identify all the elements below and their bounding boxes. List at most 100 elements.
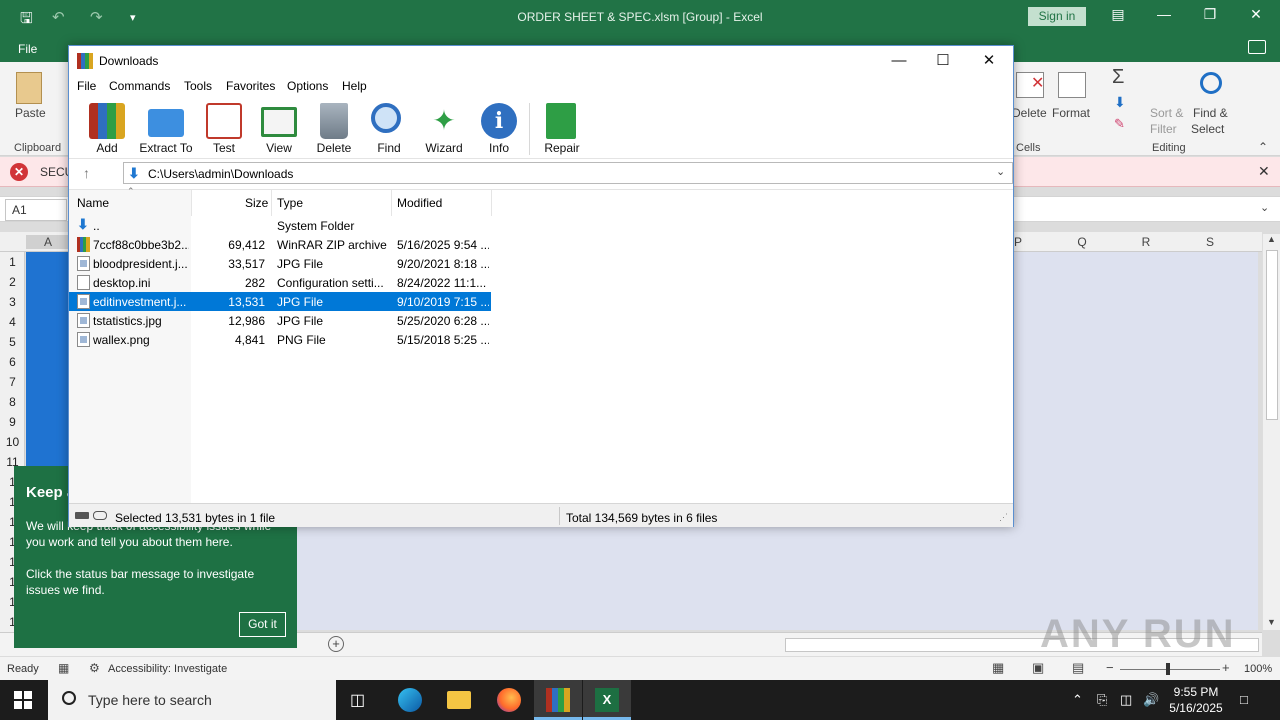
row-header[interactable]: 9: [0, 415, 25, 429]
expand-formula-bar-icon[interactable]: ⌄: [1260, 201, 1269, 214]
parent-folder-row[interactable]: ⬇ .. System Folder: [69, 216, 491, 235]
file-row[interactable]: tstatistics.jpg 12,986 JPG File 5/25/202…: [69, 311, 491, 330]
macro-record-icon[interactable]: ▦: [58, 661, 69, 675]
add-button[interactable]: Add: [79, 101, 135, 157]
drive-icon[interactable]: [75, 512, 89, 519]
column-header-modified[interactable]: Modified: [397, 196, 442, 210]
sign-in-button[interactable]: Sign in: [1028, 7, 1086, 26]
scroll-thumb[interactable]: [1266, 250, 1278, 420]
column-divider[interactable]: [491, 190, 492, 216]
page-layout-icon[interactable]: ▣: [1032, 660, 1044, 676]
tab-file[interactable]: File: [18, 42, 37, 56]
row-header[interactable]: 10: [0, 435, 25, 449]
taskbar-search[interactable]: Type here to search: [48, 680, 336, 720]
minimize-icon[interactable]: —: [879, 50, 919, 72]
network-drive-icon[interactable]: ⎘: [1097, 692, 1107, 708]
selected-column-a[interactable]: [26, 252, 70, 466]
column-header[interactable]: Q: [1050, 235, 1114, 249]
zoom-slider[interactable]: [1120, 669, 1220, 670]
delete-cells-icon[interactable]: ✕: [1016, 72, 1044, 98]
sort-filter-label-2[interactable]: Filter: [1150, 122, 1177, 136]
column-header[interactable]: A: [26, 235, 70, 249]
row-header[interactable]: 4: [0, 315, 25, 329]
normal-view-icon[interactable]: ▦: [992, 660, 1004, 676]
format-cells-button[interactable]: Format: [1052, 106, 1090, 120]
got-it-button[interactable]: Got it: [239, 612, 286, 637]
column-header[interactable]: S: [1178, 235, 1242, 249]
menu-favorites[interactable]: Favorites: [226, 79, 275, 93]
clear-icon[interactable]: ✎: [1114, 116, 1125, 132]
menu-options[interactable]: Options: [287, 79, 328, 93]
minimize-icon[interactable]: —: [1150, 6, 1178, 26]
file-explorer-button[interactable]: [435, 680, 483, 720]
close-warning-icon[interactable]: ✕: [1258, 163, 1270, 180]
collapse-ribbon-icon[interactable]: ⌃: [1258, 140, 1268, 154]
column-header-name[interactable]: Name: [77, 196, 109, 210]
row-header[interactable]: 8: [0, 395, 25, 409]
chevron-down-icon[interactable]: ⌄: [996, 165, 1005, 178]
file-row-selected[interactable]: editinvestment.j... 13,531 JPG File 9/10…: [69, 292, 491, 311]
column-header-type[interactable]: Type: [277, 196, 303, 210]
ribbon-display-icon[interactable]: ▤: [1104, 6, 1132, 26]
comments-icon[interactable]: [1248, 40, 1266, 54]
network-icon[interactable]: ◫: [1120, 692, 1132, 708]
password-key-icon[interactable]: [93, 511, 107, 520]
firefox-button[interactable]: [485, 680, 533, 720]
row-header[interactable]: 6: [0, 355, 25, 369]
page-break-icon[interactable]: ▤: [1072, 660, 1084, 676]
format-cells-icon[interactable]: [1058, 72, 1086, 98]
find-select-label-1[interactable]: Find &: [1193, 106, 1228, 120]
path-field[interactable]: ⬇ C:\Users\admin\Downloads ⌄: [123, 162, 1013, 184]
row-header[interactable]: 7: [0, 375, 25, 389]
row-header[interactable]: 5: [0, 335, 25, 349]
winrar-taskbar-button[interactable]: [534, 680, 582, 720]
column-divider[interactable]: [191, 190, 192, 216]
info-button[interactable]: i Info: [471, 101, 527, 157]
close-icon[interactable]: ✕: [969, 50, 1009, 72]
file-row[interactable]: bloodpresident.j... 33,517 JPG File 9/20…: [69, 254, 491, 273]
zoom-slider-knob[interactable]: [1166, 663, 1170, 675]
edge-button[interactable]: [386, 680, 434, 720]
delete-cells-button[interactable]: Delete: [1012, 106, 1047, 120]
menu-file[interactable]: File: [77, 79, 96, 93]
paste-icon[interactable]: [16, 72, 42, 104]
row-header[interactable]: 3: [0, 295, 25, 309]
row-header[interactable]: 1: [0, 255, 25, 269]
resize-grip-icon[interactable]: ⋰: [999, 512, 1008, 523]
menu-commands[interactable]: Commands: [109, 79, 170, 93]
zoom-level[interactable]: 100%: [1244, 663, 1272, 675]
scroll-down-icon[interactable]: ▼: [1267, 617, 1276, 627]
volume-icon[interactable]: 🔊: [1143, 692, 1159, 708]
find-select-label-2[interactable]: Select: [1191, 122, 1224, 136]
windows-start-icon[interactable]: [14, 691, 32, 709]
row-header[interactable]: 2: [0, 275, 25, 289]
vertical-scrollbar[interactable]: ▲ ▼: [1262, 234, 1280, 630]
paste-button[interactable]: Paste: [15, 106, 46, 120]
file-row[interactable]: 7ccf88c0bbe3b2... 69,412 WinRAR ZIP arch…: [69, 235, 491, 254]
scroll-up-icon[interactable]: ▲: [1267, 234, 1276, 244]
zoom-out-icon[interactable]: −: [1106, 660, 1114, 675]
file-row[interactable]: wallex.png 4,841 PNG File 5/15/2018 5:25…: [69, 330, 491, 349]
excel-taskbar-button[interactable]: X: [583, 680, 631, 720]
up-one-level-icon[interactable]: ↑: [83, 165, 90, 181]
accessibility-icon[interactable]: ⚙: [89, 661, 100, 675]
fill-icon[interactable]: ⬇: [1114, 94, 1126, 111]
add-sheet-icon[interactable]: +: [328, 636, 344, 652]
menu-tools[interactable]: Tools: [184, 79, 212, 93]
accessibility-status[interactable]: Accessibility: Investigate: [108, 663, 227, 675]
close-icon[interactable]: ✕: [1242, 6, 1270, 26]
show-hidden-icons-icon[interactable]: ⌃: [1072, 692, 1083, 708]
task-view-button[interactable]: ◫: [336, 680, 384, 720]
menu-help[interactable]: Help: [342, 79, 367, 93]
clock[interactable]: 9:55 PM 5/16/2025: [1168, 684, 1224, 716]
autosum-icon[interactable]: Σ: [1112, 66, 1124, 89]
name-box[interactable]: A1: [5, 199, 67, 221]
restore-icon[interactable]: ❐: [1196, 6, 1224, 26]
repair-button[interactable]: Repair: [534, 101, 590, 157]
maximize-icon[interactable]: ☐: [923, 50, 963, 72]
column-header-size[interactable]: Size: [245, 196, 268, 210]
column-divider[interactable]: [391, 190, 392, 216]
find-select-icon[interactable]: [1200, 72, 1222, 94]
file-row[interactable]: desktop.ini 282 Configuration setti... 8…: [69, 273, 491, 292]
column-divider[interactable]: [271, 190, 272, 216]
